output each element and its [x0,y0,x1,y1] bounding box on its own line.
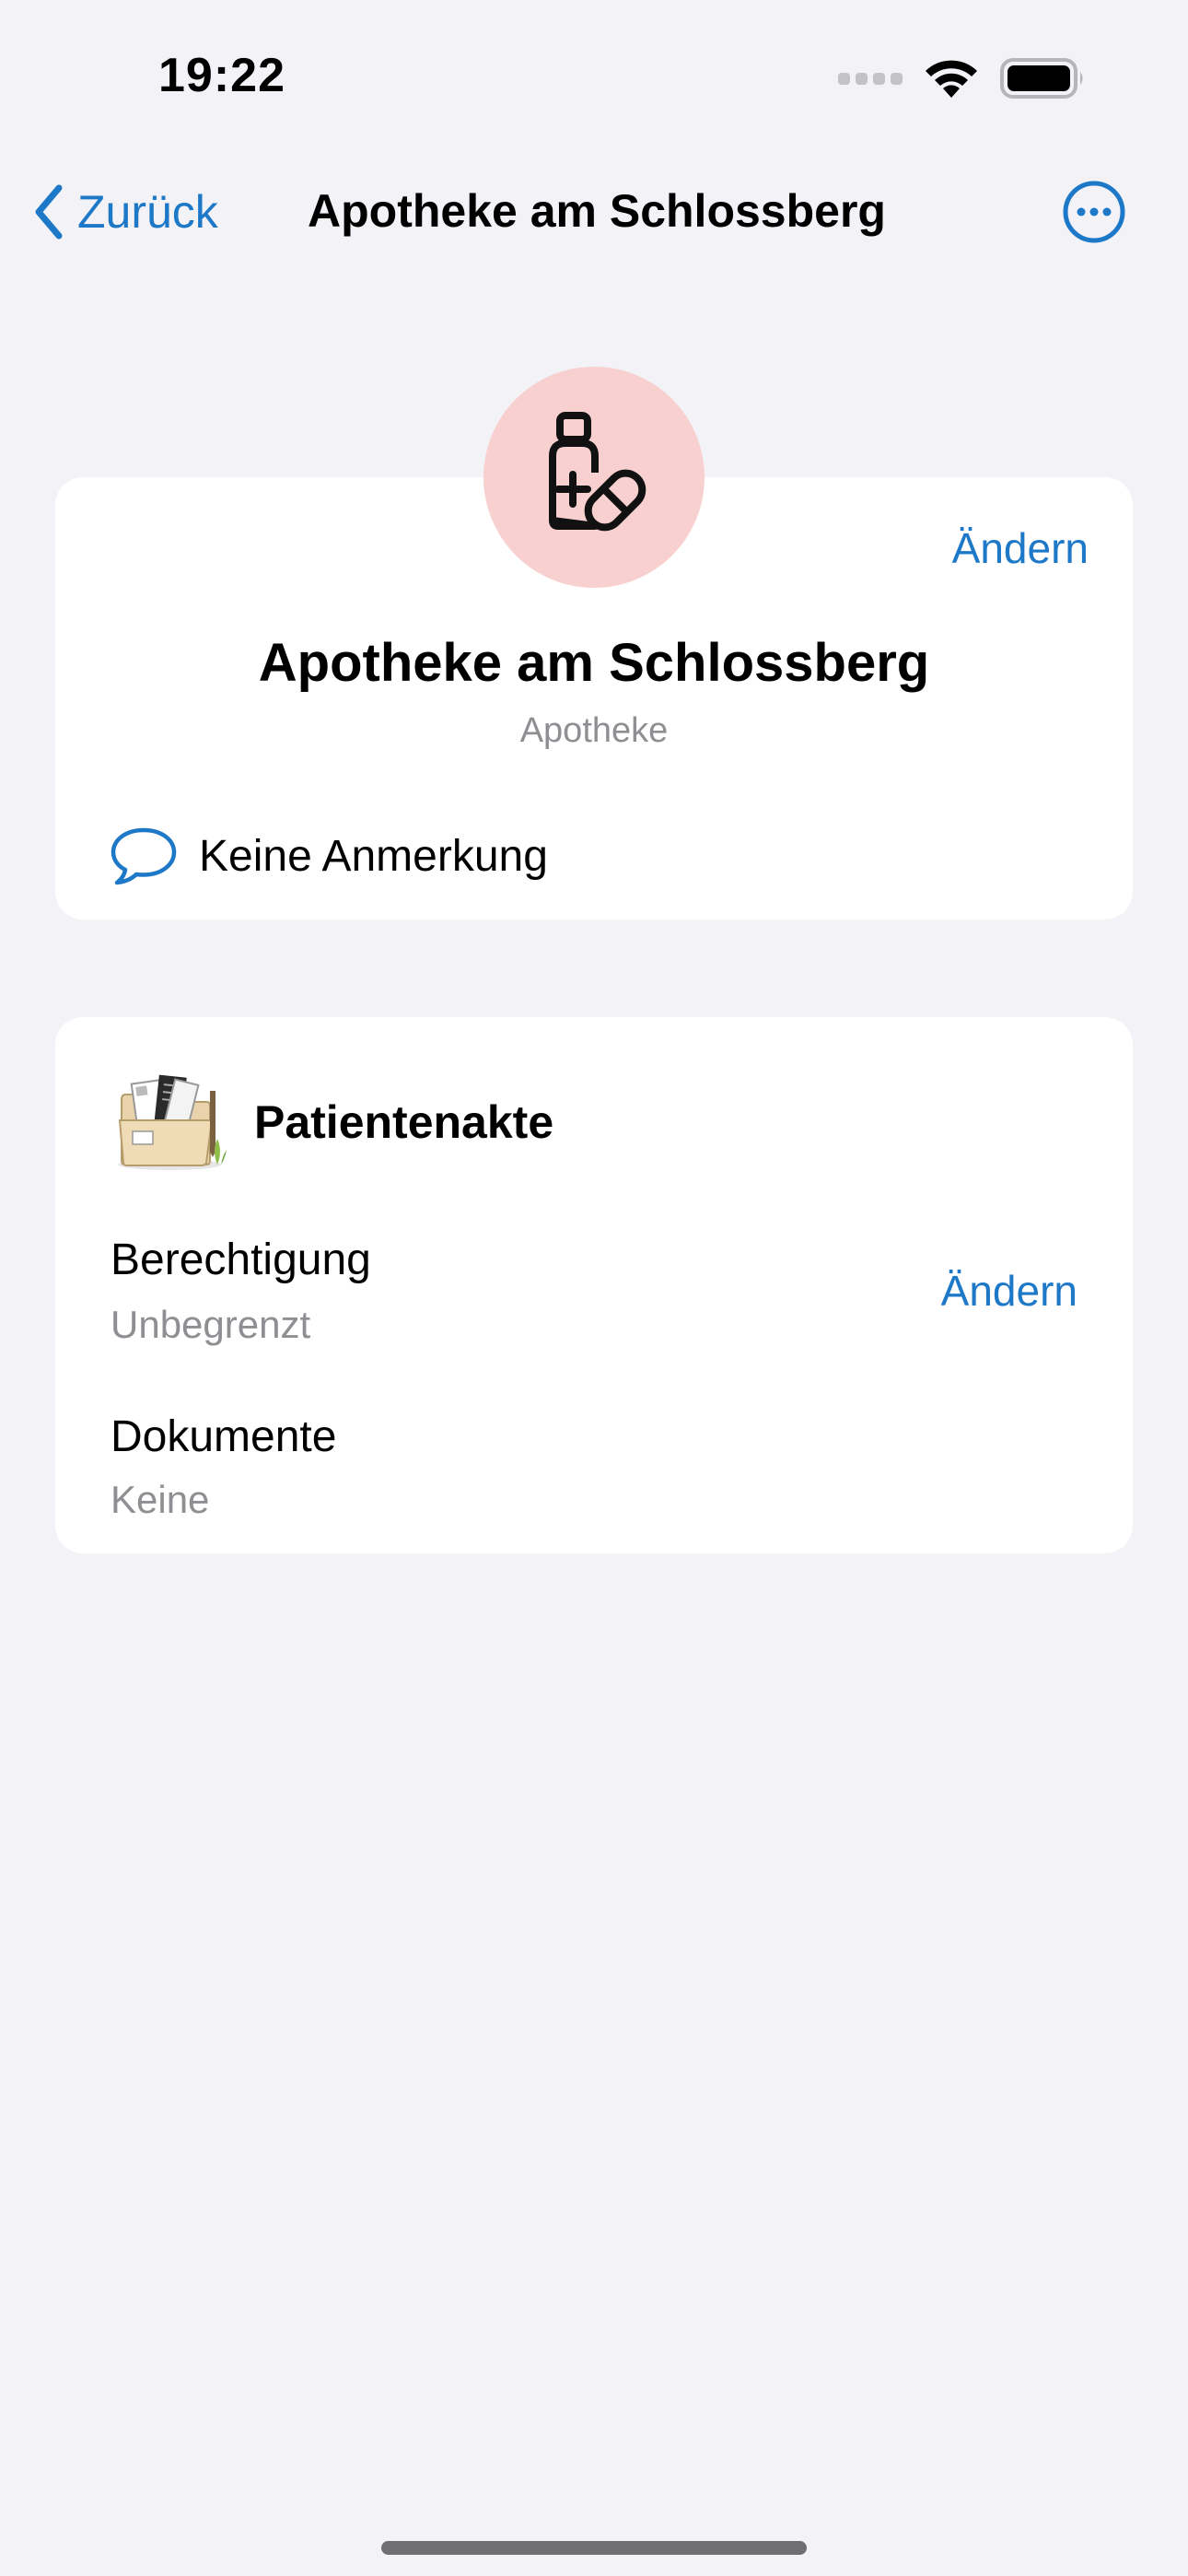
documents-label: Dokumente [111,1412,337,1461]
patient-record-card: Patientenakte Berechtigung Unbegrenzt Än… [55,1017,1133,1553]
note-row[interactable]: Keine Anmerkung [109,825,548,886]
navigation-bar: Zurück Apotheke am Schlossberg [0,157,1188,267]
edit-permission-button[interactable]: Ändern [941,1266,1077,1316]
wifi-icon [926,60,977,98]
record-header: Patientenakte [114,1072,553,1172]
nav-title: Apotheke am Schlossberg [308,185,886,237]
status-icons [838,57,1087,100]
record-title: Patientenakte [254,1096,554,1148]
status-time: 19:22 [158,49,285,102]
contact-avatar [483,367,705,588]
chevron-left-icon [35,184,63,240]
cellular-signal-icon [838,72,903,85]
contact-type: Apotheke [519,711,669,750]
documents-value: Keine [111,1478,210,1521]
more-options-button[interactable] [1061,179,1127,245]
pharmacy-bottle-pill-icon [549,412,646,532]
back-label: Zurück [77,186,218,238]
back-button[interactable]: Zurück [33,175,218,249]
patient-record-folder-icon [118,1074,227,1170]
permission-value: Unbegrenzt [111,1303,311,1346]
note-text: Keine Anmerkung [199,831,548,881]
speech-bubble-icon [111,827,177,885]
edit-contact-button[interactable]: Ändern [952,523,1089,573]
contact-name: Apotheke am Schlossberg [258,633,930,693]
ellipsis-circle-icon [1063,181,1125,243]
battery-icon [1000,58,1083,99]
permission-label: Berechtigung [111,1235,371,1284]
status-bar: 19:22 [0,0,1188,157]
home-indicator[interactable] [381,2541,807,2555]
